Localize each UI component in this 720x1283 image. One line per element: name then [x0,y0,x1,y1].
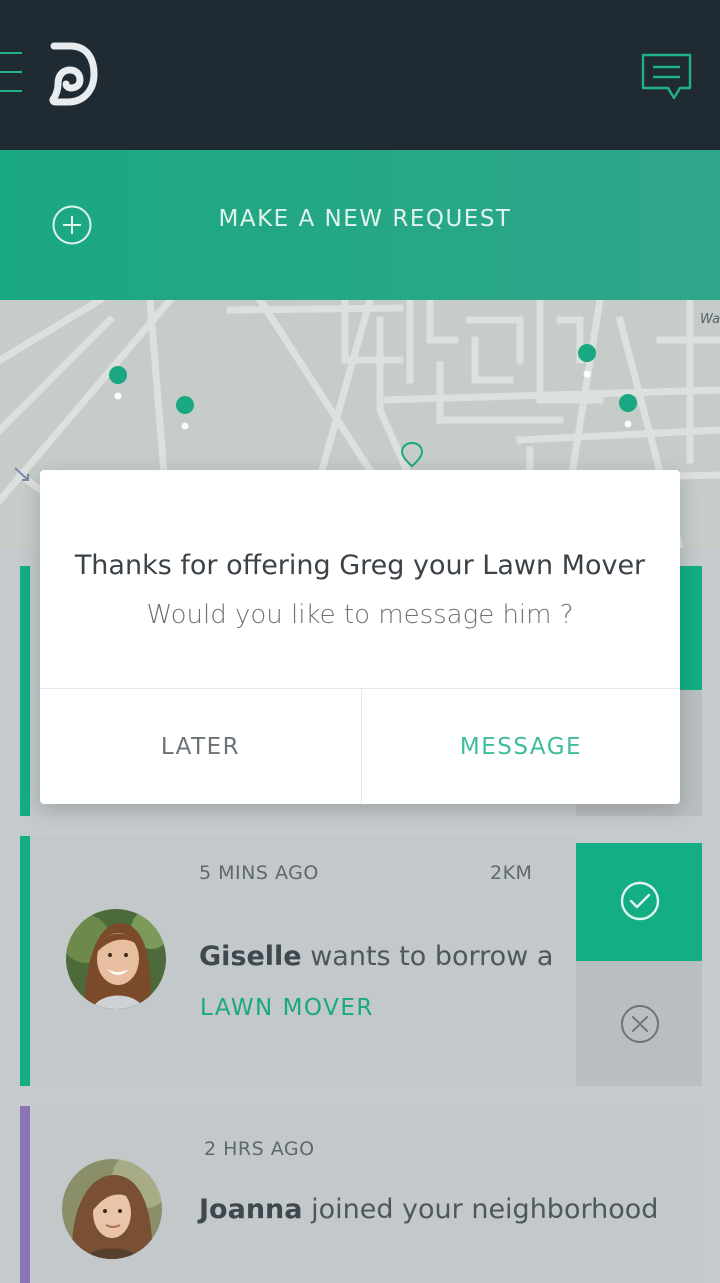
app-logo [48,40,98,106]
avatar[interactable] [62,1159,162,1259]
feed-card-message: Giselle wants to borrow a [199,941,553,972]
map-street-label: Wa [700,312,720,327]
message-button[interactable]: MESSAGE [362,689,680,804]
feed-card-user-name[interactable]: Giselle [199,941,302,972]
feed-card-distance: 2KM [490,862,533,884]
feed-card-accent [20,836,30,1086]
feed-card-accent [20,1106,30,1283]
feed-card-user-name[interactable]: Joanna [199,1194,302,1225]
feed-card-time: 2 HRS AGO [204,1138,315,1160]
feed-card-message: Joanna joined your neighborhood [199,1194,658,1225]
close-circle-icon [621,1005,659,1043]
check-circle-icon [620,881,660,921]
feed-card-time: 5 MINS AGO [199,862,319,884]
feed-card-text: wants to borrow a [301,941,554,972]
menu-icon[interactable] [0,52,22,94]
top-bar [0,0,720,150]
later-button[interactable]: LATER [40,689,361,804]
accept-button[interactable] [576,843,702,961]
feed-card-text: joined your neighborhood [302,1194,659,1225]
dialog-subtitle: Would you like to message him ? [146,600,574,630]
confirmation-dialog: Thanks for offering Greg your Lawn Mover… [40,470,680,804]
messages-icon[interactable] [640,52,694,102]
avatar[interactable] [66,909,166,1009]
dialog-title: Thanks for offering Greg your Lawn Mover [74,550,646,581]
decline-button[interactable] [576,961,702,1086]
feed-card-item-link[interactable]: LAWN MOVER [200,995,374,1021]
new-request-label[interactable]: MAKE A NEW REQUEST [0,206,720,232]
feed-card-accent [20,566,30,816]
